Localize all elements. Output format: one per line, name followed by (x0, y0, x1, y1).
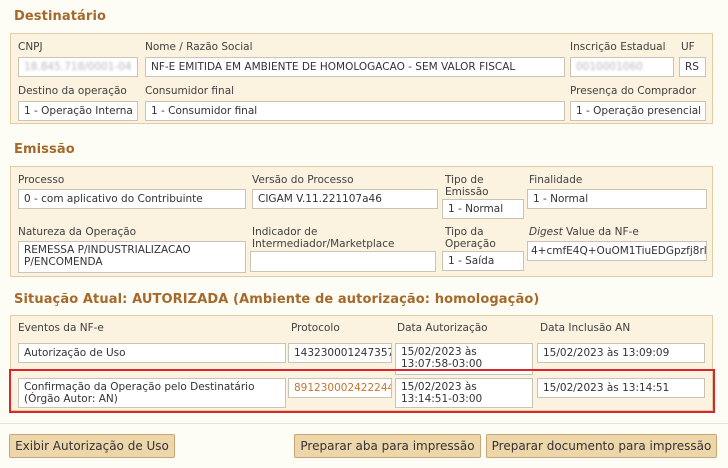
natureza-label: Natureza da Operação (18, 226, 137, 238)
processo-label: Processo (18, 174, 65, 186)
cnpj-field[interactable]: 18.845.718/0001-04 (18, 57, 138, 77)
presenca-field[interactable]: 1 - Operação presencial (570, 101, 706, 121)
presenca-label: Presença do Comprador (570, 85, 697, 97)
indicador-field[interactable] (250, 251, 436, 272)
emissao-panel: Processo 0 - com aplicativo do Contribui… (10, 166, 713, 277)
tipo-operacao-label: Tipo da Operação (445, 226, 496, 250)
cnpj-label: CNPJ (18, 41, 43, 53)
processo-field[interactable]: 0 - com aplicativo do Contribuinte (18, 189, 246, 209)
ie-field[interactable]: 0010001060 (570, 57, 674, 77)
natureza-field[interactable]: REMESSA P/INDUSTRIALIZACAO P/ENCOMENDA (18, 241, 246, 273)
tipo-emissao-label: Tipo de Emissão (445, 174, 489, 198)
cnpj-value: 18.845.718/0001-04 (24, 61, 132, 73)
digest-label-em: Digest (529, 226, 563, 238)
uf-label: UF (681, 41, 695, 53)
destinatario-panel: CNPJ 18.845.718/0001-04 Nome / Razão Soc… (10, 33, 713, 124)
destino-field[interactable]: 1 - Operação Interna (18, 101, 138, 121)
situacao-title: Situação Atual: AUTORIZADA (Ambiente de … (14, 292, 540, 307)
digest-label-rest: Value da NF-e (562, 226, 639, 238)
row1-protocolo[interactable]: 143230001247357 (288, 343, 392, 363)
exibir-autorizacao-button[interactable]: Exibir Autorização de Uso (9, 434, 175, 458)
header-data-autorizacao: Data Autorização (397, 322, 488, 334)
nome-label: Nome / Razão Social (145, 41, 253, 53)
versao-label: Versão do Processo (252, 174, 354, 186)
preparar-aba-button[interactable]: Preparar aba para impressão (294, 434, 481, 458)
highlight-box (9, 369, 715, 413)
digest-label: Digest Value da NF-e (529, 226, 639, 238)
indicador-label: Indicador de Intermediador/Marketplace (252, 226, 395, 250)
consumidor-label: Consumidor final (145, 85, 235, 97)
uf-field[interactable]: RS (679, 57, 706, 77)
consumidor-field[interactable]: 1 - Consumidor final (145, 101, 565, 121)
ie-value: 0010001060 (576, 61, 643, 73)
row1-evento[interactable]: Autorização de Uso (18, 343, 286, 363)
header-eventos: Eventos da NF-e (18, 322, 104, 334)
destino-label: Destino da operação (18, 85, 127, 97)
tipo-emissao-field[interactable]: 1 - Normal (442, 199, 524, 219)
preparar-documento-button[interactable]: Preparar documento para impressão (486, 434, 717, 458)
finalidade-label: Finalidade (529, 174, 583, 186)
destinatario-title: Destinatário (14, 9, 107, 24)
divider (0, 423, 728, 424)
finalidade-field[interactable]: 1 - Normal (527, 189, 707, 209)
nome-field[interactable]: NF-E EMITIDA EM AMBIENTE DE HOMOLOGACAO … (145, 57, 565, 77)
header-protocolo: Protocolo (291, 322, 340, 334)
row1-data-inclusao[interactable]: 15/02/2023 às 13:09:09 (537, 343, 705, 363)
header-data-inclusao: Data Inclusão AN (540, 322, 631, 334)
digest-field[interactable]: 4+cmfE4Q+OuOM1TiuEDGpzfj8rl= (527, 241, 707, 261)
tipo-operacao-field[interactable]: 1 - Saída (442, 251, 524, 271)
ie-label: Inscrição Estadual (570, 41, 666, 53)
emissao-title: Emissão (14, 142, 75, 157)
versao-field[interactable]: CIGAM V.11.221107a46 (252, 189, 438, 209)
